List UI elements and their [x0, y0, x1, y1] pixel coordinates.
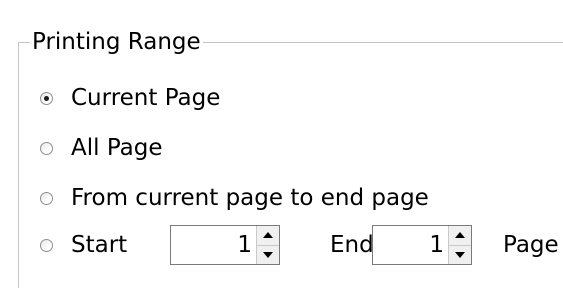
start-page-increment-button[interactable] — [257, 226, 279, 246]
printing-range-title: Printing Range — [30, 27, 203, 57]
start-page-decrement-button[interactable] — [257, 245, 279, 264]
start-page-stepper[interactable]: 1 — [170, 225, 280, 265]
start-page-spin-buttons — [256, 226, 279, 264]
radio-start-label: Start — [71, 232, 128, 258]
radio-unchecked-icon[interactable] — [40, 141, 53, 155]
end-page-decrement-button[interactable] — [449, 245, 471, 264]
radio-current-page[interactable]: Current Page — [40, 82, 220, 114]
end-page-stepper[interactable]: 1 — [372, 225, 472, 265]
radio-current-to-end[interactable]: From current page to end page — [40, 182, 429, 214]
up-arrow-icon — [455, 232, 465, 239]
start-page-input[interactable]: 1 — [171, 226, 256, 264]
radio-unchecked-icon[interactable] — [40, 191, 53, 205]
down-arrow-icon — [455, 251, 465, 258]
radio-checked-icon[interactable] — [40, 91, 53, 105]
radio-current-page-label: Current Page — [71, 85, 221, 111]
end-page-input[interactable]: 1 — [373, 226, 448, 264]
radio-all-page-label: All Page — [71, 135, 163, 161]
end-page-spin-buttons — [448, 226, 471, 264]
end-page-increment-button[interactable] — [449, 226, 471, 246]
page-unit-label: Page — [503, 232, 559, 258]
radio-unchecked-icon[interactable] — [40, 238, 53, 252]
radio-start[interactable]: Start — [40, 229, 127, 261]
up-arrow-icon — [263, 232, 273, 239]
radio-current-to-end-label: From current page to end page — [71, 185, 429, 211]
end-label: End — [330, 232, 374, 258]
down-arrow-icon — [263, 251, 273, 258]
radio-all-page[interactable]: All Page — [40, 132, 163, 164]
